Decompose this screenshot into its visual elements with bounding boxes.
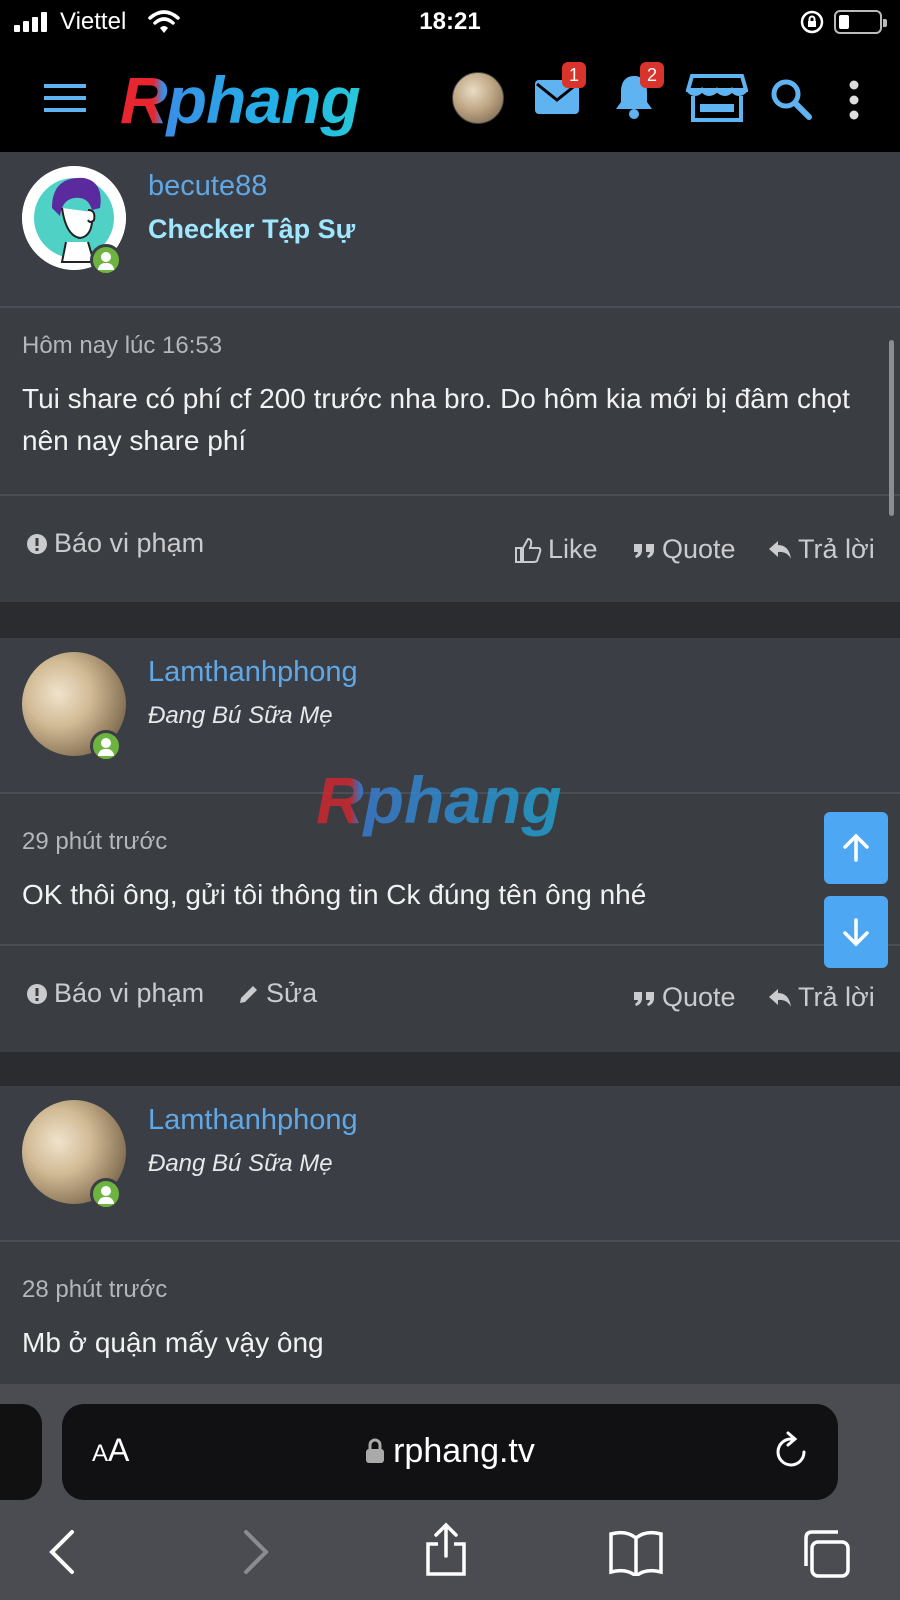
quote-icon	[634, 991, 654, 1006]
post-actions: Báo vi phạm Like Quote Trả lời	[0, 494, 900, 600]
lock-icon	[366, 1438, 385, 1463]
online-status-icon	[90, 730, 122, 762]
url-text: rphang.tv	[393, 1432, 535, 1470]
post-separator	[0, 1052, 900, 1088]
search-icon[interactable]	[770, 78, 812, 120]
share-icon[interactable]	[422, 1522, 470, 1578]
post-author: becute88 Checker Tập Sự	[0, 152, 900, 308]
username-link[interactable]: becute88	[148, 170, 267, 203]
edit-label: Sửa	[266, 978, 318, 1008]
user-title: Checker Tập Sự	[148, 214, 356, 244]
quote-icon	[634, 543, 654, 558]
user-title: Đang Bú Sữa Mẹ	[148, 702, 333, 729]
site-header: Rphang 1 2	[0, 44, 900, 152]
post-actions: Báo vi phạm Sửa Quote Trả lời	[0, 944, 900, 1050]
post-author: Lamthanhphong Đang Bú Sữa Mẹ	[0, 1086, 900, 1242]
post-body: OK thôi ông, gửi tôi thông tin Ck đúng t…	[22, 879, 647, 910]
pencil-icon	[240, 985, 257, 1003]
reply-label: Trả lời	[798, 534, 875, 564]
scroll-indicator	[889, 340, 894, 516]
store-icon[interactable]	[686, 72, 748, 124]
more-vertical-icon[interactable]	[848, 80, 860, 120]
reply-icon	[769, 988, 791, 1007]
user-title: Đang Bú Sữa Mẹ	[148, 1150, 333, 1177]
report-label: Báo vi phạm	[54, 528, 205, 558]
username-link[interactable]: Lamthanhphong	[148, 656, 358, 689]
online-status-icon	[90, 244, 122, 276]
username-link[interactable]: Lamthanhphong	[148, 1104, 358, 1137]
rotation-lock-icon	[800, 10, 824, 34]
post-timestamp[interactable]: 29 phút trước	[22, 828, 167, 856]
bookmarks-icon[interactable]	[608, 1528, 664, 1576]
alerts-badge: 2	[640, 62, 664, 88]
quote-label: Quote	[662, 534, 736, 564]
back-icon[interactable]	[46, 1528, 78, 1576]
post: Lamthanhphong Đang Bú Sữa Mẹ 29 phút trư…	[0, 638, 900, 1052]
address-bar[interactable]: AA rphang.tv	[62, 1404, 838, 1500]
reply-label: Trả lời	[798, 982, 875, 1012]
post-body: Mb ở quận mấy vậy ông	[22, 1327, 324, 1358]
report-button[interactable]: Báo vi phạm	[26, 528, 204, 559]
arrow-up-icon	[843, 833, 869, 862]
reply-button[interactable]: Trả lời	[768, 534, 875, 565]
site-watermark: Rphang	[316, 763, 562, 837]
reply-button[interactable]: Trả lời	[768, 982, 875, 1013]
like-button[interactable]: Like	[514, 534, 598, 565]
post-timestamp[interactable]: 28 phút trước	[22, 1276, 167, 1304]
post: becute88 Checker Tập Sự Hôm nay lúc 16:5…	[0, 152, 900, 602]
quote-button[interactable]: Quote	[632, 982, 736, 1013]
hamburger-icon[interactable]	[44, 82, 86, 114]
status-bar: Viettel 18:21	[0, 0, 900, 44]
post: Lamthanhphong Đang Bú Sữa Mẹ 28 phút trư…	[0, 1086, 900, 1386]
thumbs-up-icon	[515, 537, 542, 563]
user-avatar[interactable]	[452, 72, 504, 124]
report-button[interactable]: Báo vi phạm	[26, 978, 204, 1009]
inbox-badge: 1	[562, 62, 586, 88]
post-body: Tui share có phí cf 200 trước nha bro. D…	[22, 383, 850, 456]
reload-icon[interactable]	[774, 1430, 810, 1470]
report-label: Báo vi phạm	[54, 978, 205, 1008]
forward-icon[interactable]	[240, 1528, 272, 1576]
clock: 18:21	[419, 8, 481, 35]
battery-icon	[834, 10, 887, 34]
tabs-icon[interactable]	[800, 1528, 852, 1580]
online-status-icon	[90, 1178, 122, 1210]
like-label: Like	[548, 534, 598, 564]
edit-button[interactable]: Sửa	[238, 978, 317, 1009]
quote-label: Quote	[662, 982, 736, 1012]
scroll-bottom-button[interactable]	[824, 896, 888, 968]
browser-toolbar: AA rphang.tv	[0, 1384, 900, 1600]
alert-icon	[27, 533, 47, 554]
site-logo[interactable]: Rphang	[120, 62, 361, 138]
reply-icon	[769, 540, 791, 559]
url-display[interactable]: rphang.tv	[62, 1432, 838, 1471]
previous-tab-preview[interactable]	[0, 1404, 42, 1500]
post-separator	[0, 602, 900, 638]
arrow-down-icon	[843, 918, 869, 947]
scroll-top-button[interactable]	[824, 812, 888, 884]
quote-button[interactable]: Quote	[632, 534, 736, 565]
post-timestamp[interactable]: Hôm nay lúc 16:53	[22, 332, 222, 360]
alert-icon	[27, 983, 47, 1004]
